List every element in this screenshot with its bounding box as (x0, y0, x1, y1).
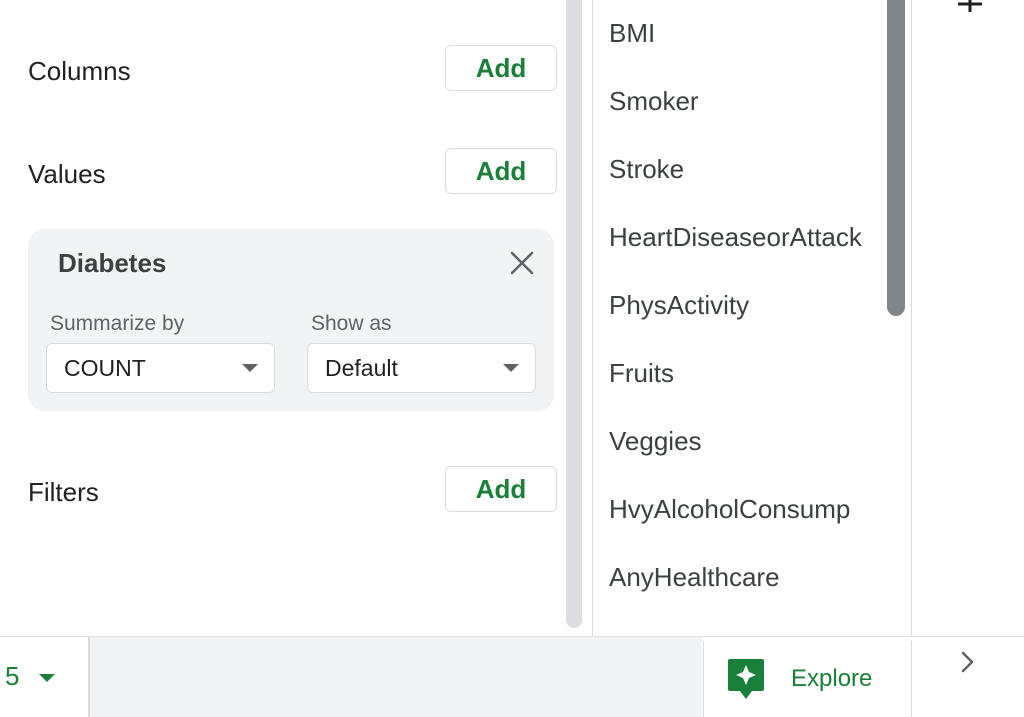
field-item-bmi[interactable]: BMI (609, 18, 871, 58)
add-filters-button[interactable]: Add (445, 466, 557, 512)
fields-scrollbar-thumb[interactable] (887, 0, 905, 316)
explore-icon (728, 659, 764, 699)
editor-scrollbar[interactable] (566, 0, 582, 628)
fields-list: BMI Smoker Stroke HeartDiseaseorAttack P… (592, 0, 912, 636)
chevron-right-icon[interactable] (958, 650, 978, 674)
pivot-editor-panel: Columns Add Values Add Diabetes Summariz… (0, 0, 566, 636)
field-item-any-healthcare[interactable]: AnyHealthcare (609, 562, 871, 602)
show-as-select[interactable]: Default (307, 343, 536, 393)
field-item-heart-disease[interactable]: HeartDiseaseorAttack (609, 222, 871, 262)
columns-label: Columns (28, 56, 131, 86)
field-item-phys-activity[interactable]: PhysActivity (609, 290, 871, 330)
add-values-button[interactable]: Add (445, 148, 557, 194)
plus-icon[interactable] (955, 0, 985, 16)
field-item-veggies[interactable]: Veggies (609, 426, 871, 466)
sheet-tabs-strip (90, 637, 702, 717)
show-as-value: Default (325, 355, 398, 381)
field-item-smoker[interactable]: Smoker (609, 86, 871, 126)
pivot-table-editor-screen: Columns Add Values Add Diabetes Summariz… (0, 0, 1024, 717)
sheet-bar: 5 Explore (0, 636, 1024, 717)
show-as-label: Show as (311, 312, 392, 335)
value-card-diabetes: Diabetes Summarize by COUNT Show as Defa… (28, 229, 554, 411)
value-card-title: Diabetes (58, 248, 167, 278)
field-item-hvy-alcohol[interactable]: HvyAlcoholConsump (609, 494, 871, 534)
add-columns-button[interactable]: Add (445, 45, 557, 91)
sheet-tab[interactable]: 5 (0, 637, 90, 717)
chevron-down-icon (242, 364, 258, 372)
field-item-stroke[interactable]: Stroke (609, 154, 871, 194)
summarize-by-value: COUNT (64, 355, 146, 381)
summarize-by-label: Summarize by (50, 312, 185, 335)
values-label: Values (28, 159, 106, 189)
summarize-by-select[interactable]: COUNT (46, 343, 275, 393)
chevron-down-icon (39, 674, 55, 682)
explore-button[interactable]: Explore (703, 641, 912, 717)
filters-label: Filters (28, 477, 99, 507)
chevron-down-icon (503, 364, 519, 372)
field-item-fruits[interactable]: Fruits (609, 358, 871, 398)
sheet-number: 5 (5, 661, 20, 691)
close-icon[interactable] (508, 249, 536, 277)
explore-label: Explore (791, 665, 873, 692)
